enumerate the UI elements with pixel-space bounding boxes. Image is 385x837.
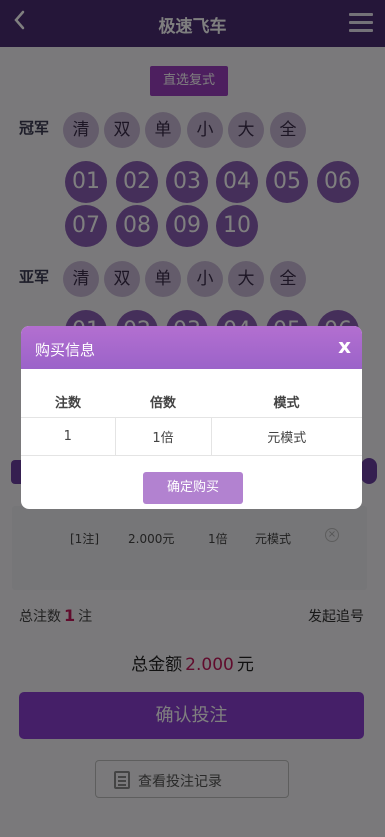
dialog-title: 购买信息	[35, 341, 96, 359]
table-row: 1 1倍 元模式	[21, 416, 362, 456]
table-cell: 1倍	[114, 416, 212, 456]
close-icon[interactable]: x	[338, 334, 351, 358]
app-screen: 极速飞车 直选复式 冠军 清 双 单 小 大 全 01 02 03 04 05 …	[0, 0, 385, 837]
table-cell: 1	[21, 416, 116, 456]
column-header: 模式	[211, 387, 362, 418]
confirm-purchase-button[interactable]: 确定购买	[143, 472, 243, 504]
column-header: 注数	[21, 387, 115, 418]
table-cell: 元模式	[210, 416, 362, 456]
column-header: 倍数	[115, 387, 211, 418]
purchase-table: 注数 倍数 模式 1 1倍 元模式	[21, 387, 362, 456]
purchase-info-dialog: 购买信息 x 注数 倍数 模式 1 1倍 元模式 确定购买	[21, 326, 362, 509]
dialog-header: 购买信息 x	[21, 326, 362, 369]
